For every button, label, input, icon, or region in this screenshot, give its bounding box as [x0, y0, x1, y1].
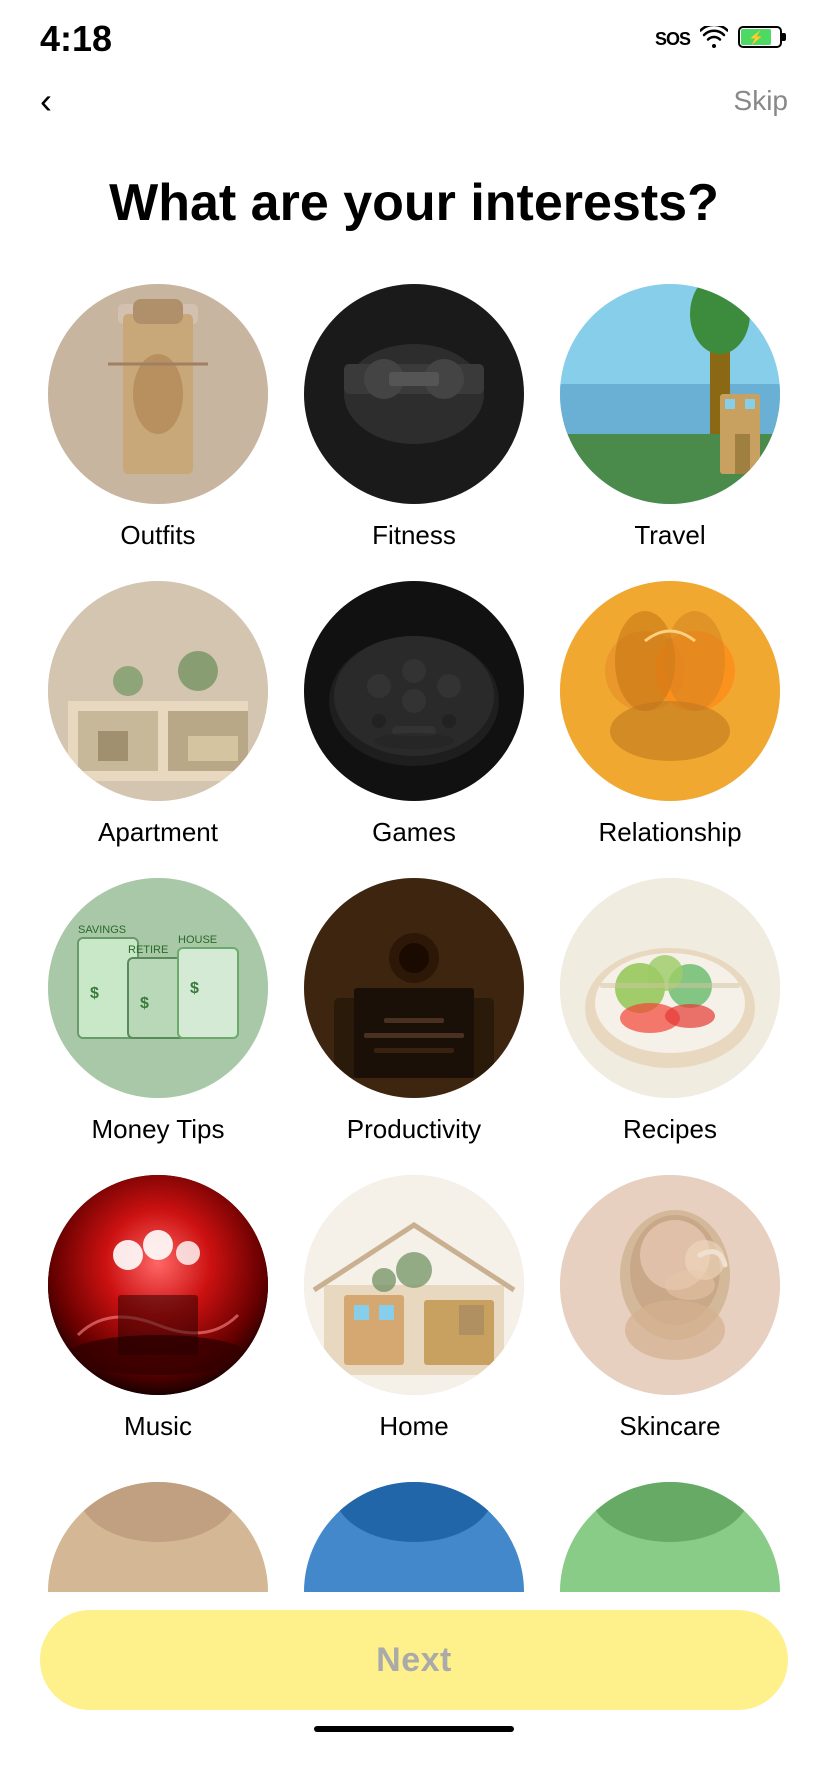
partial-item-2[interactable]: [552, 1482, 788, 1592]
interest-item-recipes[interactable]: Recipes: [552, 878, 788, 1145]
interest-item-outfits[interactable]: Outfits: [40, 284, 276, 551]
partial-circle-0: [48, 1482, 268, 1592]
interest-circle-outfits: [48, 284, 268, 504]
sos-icon: SOS: [655, 29, 690, 50]
interest-item-skincare[interactable]: Skincare: [552, 1175, 788, 1442]
partial-item-0[interactable]: [40, 1482, 276, 1592]
svg-text:$: $: [190, 980, 199, 997]
partial-item-1[interactable]: [296, 1482, 532, 1592]
interest-item-travel[interactable]: Travel: [552, 284, 788, 551]
interest-item-apartment[interactable]: Apartment: [40, 581, 276, 848]
interest-item-fitness[interactable]: Fitness: [296, 284, 532, 551]
interest-item-games[interactable]: Games: [296, 581, 532, 848]
partial-circle-1: [304, 1482, 524, 1592]
status-icons: SOS ⚡: [655, 24, 788, 55]
interest-label-fitness: Fitness: [372, 520, 456, 551]
partial-circle-2: [560, 1482, 780, 1592]
nav-bar: ‹ Skip: [0, 70, 828, 132]
interest-label-travel: Travel: [634, 520, 705, 551]
interest-label-home: Home: [379, 1411, 448, 1442]
skip-button[interactable]: Skip: [734, 85, 788, 117]
interests-grid: Outfits Fitness Travel Apartment: [0, 284, 828, 1482]
svg-text:$: $: [140, 995, 149, 1012]
interest-label-moneytips: Money Tips: [92, 1114, 225, 1145]
svg-text:RETIRE: RETIRE: [128, 944, 168, 956]
interest-label-games: Games: [372, 817, 456, 848]
interest-circle-moneytips: $ $ $ SAVINGS RETIRE HOUSE: [48, 878, 268, 1098]
interest-circle-travel: [560, 284, 780, 504]
interest-label-apartment: Apartment: [98, 817, 218, 848]
interest-item-productivity[interactable]: Productivity: [296, 878, 532, 1145]
status-bar: 4:18 SOS ⚡: [0, 0, 828, 70]
status-time: 4:18: [40, 18, 112, 60]
back-button[interactable]: ‹: [40, 80, 52, 122]
svg-text:SAVINGS: SAVINGS: [78, 924, 126, 936]
interest-label-relationship: Relationship: [598, 817, 741, 848]
partial-row: [0, 1482, 828, 1592]
interest-label-music: Music: [124, 1411, 192, 1442]
interest-label-recipes: Recipes: [623, 1114, 717, 1145]
interest-circle-recipes: [560, 878, 780, 1098]
interest-label-skincare: Skincare: [619, 1411, 720, 1442]
interest-label-productivity: Productivity: [347, 1114, 481, 1145]
battery-icon: ⚡: [738, 24, 788, 55]
interest-item-home[interactable]: Home: [296, 1175, 532, 1442]
interest-item-moneytips[interactable]: $ $ $ SAVINGS RETIRE HOUSE Money Tips: [40, 878, 276, 1145]
interest-item-music[interactable]: Music: [40, 1175, 276, 1442]
interest-circle-fitness: [304, 284, 524, 504]
interest-circle-apartment: [48, 581, 268, 801]
wifi-icon: [700, 26, 728, 53]
svg-text:$: $: [90, 985, 99, 1002]
interest-circle-skincare: [560, 1175, 780, 1395]
bottom-bar: Next: [0, 1610, 828, 1792]
svg-text:⚡: ⚡: [748, 30, 764, 46]
interest-item-relationship[interactable]: Relationship: [552, 581, 788, 848]
svg-text:HOUSE: HOUSE: [178, 934, 217, 946]
interest-circle-music: [48, 1175, 268, 1395]
interest-circle-games: [304, 581, 524, 801]
interest-circle-relationship: [560, 581, 780, 801]
home-indicator: [314, 1726, 514, 1732]
interest-circle-productivity: [304, 878, 524, 1098]
page-title: What are your interests?: [0, 132, 828, 284]
interest-label-outfits: Outfits: [120, 520, 195, 551]
next-button[interactable]: Next: [40, 1610, 788, 1710]
interest-circle-home: [304, 1175, 524, 1395]
